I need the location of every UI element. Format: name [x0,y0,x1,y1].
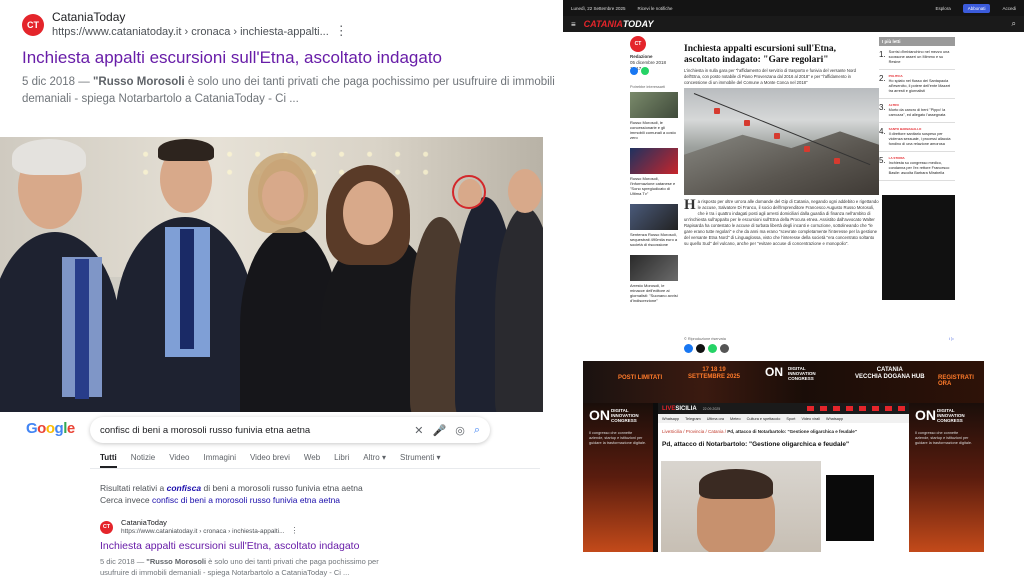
site-name: CataniaToday [52,10,126,24]
advertisement[interactable] [882,195,955,300]
most-read-item[interactable]: 1. Sorrisi d'imbianchino nel mezzo una sc… [879,46,955,70]
share-row [630,67,649,75]
spell-correction: Risultati relativi a confisca di beni a … [100,483,363,505]
corrected-query-link[interactable]: confisca [167,483,202,493]
site-url: https://www.cataniatoday.it › cronaca › … [52,23,348,38]
nav-item[interactable]: Ultima ora [707,417,724,421]
site-url: https://www.cataniatoday.it › cronaca › … [121,526,299,536]
tab-images[interactable]: Immagini [204,453,236,468]
search-query[interactable]: confisc di beni a morosoli russo funivia… [100,425,405,436]
search-icon[interactable]: ⌕ [1012,19,1016,29]
nav-item[interactable]: Whatsapp [826,417,843,421]
tab-web[interactable]: Web [304,453,320,468]
tab-all[interactable]: Tutti [100,453,117,468]
cataniatoday-favicon-icon: CT [22,13,44,36]
menu-icon[interactable]: ≡ [571,20,576,29]
email-icon[interactable] [720,344,729,353]
google-logo[interactable]: Google [26,420,75,437]
facebook-icon[interactable] [684,344,693,353]
side-banner-right[interactable]: ON DIGITAL INNOVATION CONGRESS Il congre… [909,403,984,552]
tab-news[interactable]: Notizie [131,453,155,468]
tab-more[interactable]: Altro ▾ [363,453,386,468]
cataniatoday-logo[interactable]: CATANIATODAY [584,19,654,29]
group-photo [0,137,543,412]
search-tabs: Tutti Notizie Video Immagini Video brevi… [100,453,440,468]
cataniatoday-favicon-icon: CT [100,520,113,534]
advertisement[interactable] [826,475,874,541]
most-read: I più letti 1. Sorrisi d'imbianchino nel … [879,37,955,181]
nav-item[interactable]: Telegram [685,417,701,421]
related-link[interactable]: Russo Morosoli, le concessionarie e gli … [630,120,678,140]
portrait-photo [661,461,821,552]
nav-item[interactable]: Cultura e spettacolo [747,417,781,421]
related-link[interactable]: Arresto Morosoli, le minacce dell'editor… [630,283,678,303]
etna-cableway-photo [684,88,879,195]
x-icon[interactable] [696,344,705,353]
search-icon[interactable]: ⌕ [474,424,480,437]
register-button[interactable]: REGISTRATI ORA [938,375,984,387]
related-thumb[interactable] [630,204,678,230]
related-thumb[interactable] [630,255,678,281]
search-result[interactable]: CT CataniaToday https://www.cataniatoday… [100,518,520,578]
nav-item[interactable]: Video virali [801,417,820,421]
tab-short-videos[interactable]: Video brevi [250,453,290,468]
tabs-divider [90,468,540,469]
most-read-item[interactable]: 3. ALTRO Morto da cancro di beni "Pippo' l… [879,99,955,123]
livesicilia-header: LIVESICILIA 22.09.2025 [658,403,909,414]
login-link[interactable]: Accedi [1002,6,1016,11]
breadcrumb: LiveSicilia / Provincia / Catania / Pd, … [662,429,857,434]
ad-choices-icon[interactable]: i ▷ [949,336,954,341]
facebook-icon[interactable] [630,67,638,75]
most-read-item[interactable]: 2. POLITICA Ho spiato nel flusso dei Santa… [879,70,955,99]
event-banner[interactable]: POSTI LIMITATI 17 18 19 SETTEMBRE 2025 O… [583,361,984,403]
article-title: Inchiesta appalti escursioni sull'Etna, … [684,44,837,65]
highlight-circle [452,175,486,209]
related-thumb[interactable] [630,148,678,174]
result-title-link[interactable]: Inchiesta appalti escursioni sull'Etna, … [22,47,562,68]
article-title: Pd, attacco di Notarbartolo: "Gestione o… [662,441,850,448]
related-sidebar: Potrebbe interessarti Russo Morosoli, le… [630,85,678,303]
nav-item[interactable]: Sport [786,417,795,421]
share-footer: © Riproduzione riservata [684,337,729,353]
clear-icon[interactable]: ✕ [414,424,423,437]
top-bar: Lunedì, 22 Settembre 2025 Ricevi le noti… [563,0,1024,16]
nav-item[interactable]: Meteo [730,417,741,421]
most-read-item[interactable]: 5. LA STORIA Inchiesta su congresso medico… [879,152,955,181]
related-link[interactable]: Sentenza Russo Morosoli, sequestrati 490… [630,232,678,247]
explore-link[interactable]: Esplora [935,6,950,11]
livesicilia-content: LIVESICILIA 22.09.2025 Whatsapp Telegram… [658,403,909,552]
subscribe-button[interactable]: Abbonati [962,3,991,13]
tab-books[interactable]: Libri [334,453,349,468]
site-header: ≡ CATANIATODAY ⌕ [563,16,1024,32]
cataniatoday-page: Lunedì, 22 Settembre 2025 Ricevi le noti… [563,0,1024,357]
result-snippet: 5 dic 2018 — "Russo Morosoli è solo uno … [22,76,555,105]
search-input[interactable]: confisc di beni a morosoli russo funivia… [90,417,490,443]
related-thumb[interactable] [630,92,678,118]
article-body: Ha risposto per oltre un'ora alle domand… [684,197,879,247]
more-options-icon[interactable]: ⋮ [335,23,348,38]
original-query-link[interactable]: confisc di beni a morosoli russo funivia… [152,495,340,505]
result-title-link[interactable]: Inchiesta appalti escursioni sull'Etna, … [100,540,520,553]
article-lead: L'inchiesta in sulla gara per "l'affidam… [684,68,856,85]
result-snippet: 5 dic 2018 — "Russo Morosoli è solo uno … [100,557,379,577]
livesicilia-logo[interactable]: LIVESICILIA [662,406,697,412]
tab-video[interactable]: Video [169,453,189,468]
google-result-top[interactable]: CT CataniaToday https://www.cataniatoday… [22,10,562,108]
tab-tools[interactable]: Strumenti ▾ [400,453,440,468]
livesicilia-nav: Whatsapp Telegram Ultima ora Meteo Cultu… [658,414,909,423]
site-name: CataniaToday [121,518,167,527]
livesicilia-page: POSTI LIMITATI 17 18 19 SETTEMBRE 2025 O… [583,361,984,552]
most-read-item[interactable]: 4. SANTO BARBAGALLO Il direttore sanitario… [879,123,955,152]
side-banner-left[interactable]: ON DIGITAL INNOVATION CONGRESS Il congre… [583,403,653,552]
whatsapp-icon[interactable] [641,67,649,75]
related-link[interactable]: Russo Morosoli, l'informazione catanese … [630,176,678,196]
nav-item[interactable]: Whatsapp [662,417,679,421]
author-avatar: CT [630,36,646,52]
lens-icon[interactable]: ◎ [455,424,465,437]
microphone-icon[interactable]: 🎤 [433,424,447,437]
more-options-icon[interactable]: ⋮ [291,526,299,535]
whatsapp-icon[interactable] [708,344,717,353]
